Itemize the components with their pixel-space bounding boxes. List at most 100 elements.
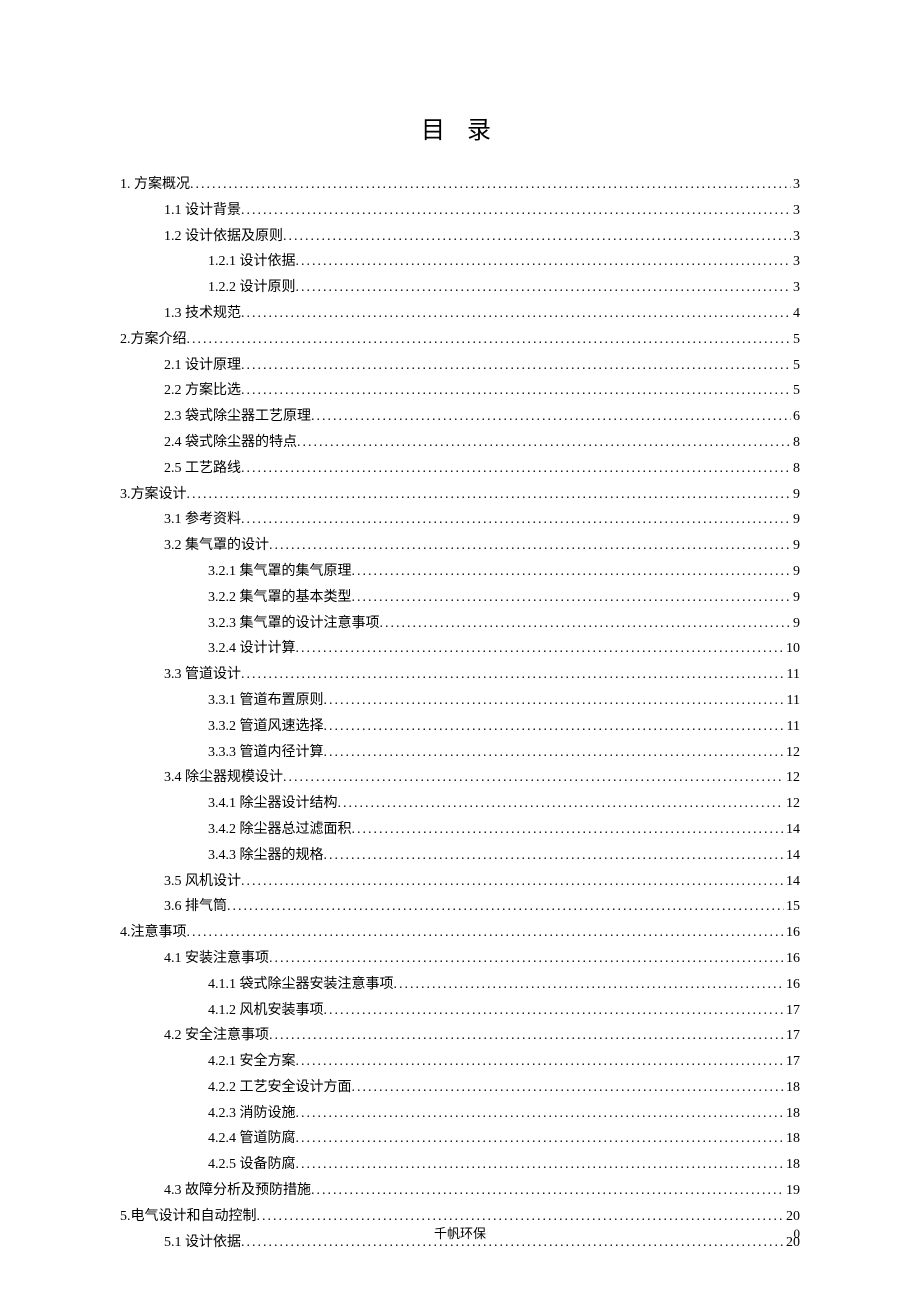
toc-leader-dots (283, 766, 784, 790)
toc-entry: 2.5 工艺路线 8 (120, 457, 800, 481)
toc-entry-label: 4.2.1 安全方案 (208, 1050, 296, 1074)
toc-entry-page: 3 (791, 199, 800, 223)
toc-entry: 2.方案介绍 5 (120, 328, 800, 352)
page-footer: 千帆环保 0 (0, 1223, 920, 1242)
toc-entry-label: 2.方案介绍 (120, 328, 187, 352)
toc-entry-page: 9 (791, 534, 800, 558)
toc-entry-label: 3.4.3 除尘器的规格 (208, 844, 324, 868)
toc-entry-label: 4.2.5 设备防腐 (208, 1153, 296, 1177)
toc-entry: 3.3 管道设计 11 (120, 663, 800, 687)
toc-entry-page: 9 (791, 483, 800, 507)
toc-entry-label: 3.2.1 集气罩的集气原理 (208, 560, 352, 584)
toc-leader-dots (190, 173, 791, 197)
toc-entry-page: 9 (791, 508, 800, 532)
toc-leader-dots (297, 431, 791, 455)
toc-entry-page: 8 (791, 457, 800, 481)
toc-entry: 4.注意事项 16 (120, 921, 800, 945)
toc-entry: 4.1.2 风机安装事项17 (120, 999, 800, 1023)
toc-leader-dots (311, 405, 791, 429)
toc-entry-page: 15 (784, 895, 800, 919)
toc-entry: 4.2 安全注意事项 17 (120, 1024, 800, 1048)
toc-entry-page: 16 (784, 973, 800, 997)
toc-leader-dots (187, 483, 792, 507)
toc-entry-page: 14 (784, 844, 800, 868)
toc-entry-page: 5 (791, 354, 800, 378)
toc-entry-label: 4.1.2 风机安装事项 (208, 999, 324, 1023)
toc-leader-dots (352, 586, 792, 610)
toc-entry-label: 3.6 排气筒 (164, 895, 227, 919)
toc-leader-dots (296, 1102, 785, 1126)
toc-entry: 1.1 设计背景3 (120, 199, 800, 223)
toc-entry-label: 4.注意事项 (120, 921, 187, 945)
toc-entry: 3.6 排气筒 15 (120, 895, 800, 919)
toc-entry-page: 3 (791, 173, 800, 197)
toc-entry: 3.4.3 除尘器的规格 14 (120, 844, 800, 868)
toc-entry-page: 11 (785, 663, 800, 687)
toc-leader-dots (241, 870, 784, 894)
toc-leader-dots (227, 895, 784, 919)
toc-leader-dots (296, 637, 785, 661)
toc-leader-dots (380, 612, 792, 636)
toc-entry-label: 4.2 安全注意事项 (164, 1024, 269, 1048)
toc-entry: 3.2.1 集气罩的集气原理 9 (120, 560, 800, 584)
toc-entry-label: 1. 方案概况 (120, 173, 190, 197)
toc-entry: 4.2.1 安全方案17 (120, 1050, 800, 1074)
toc-entry-page: 3 (791, 250, 800, 274)
toc-entry-label: 1.2.2 设计原则 (208, 276, 296, 300)
toc-leader-dots (241, 354, 791, 378)
toc-leader-dots (352, 1076, 785, 1100)
toc-entry-label: 3.4.1 除尘器设计结构 (208, 792, 338, 816)
toc-entry: 4.2.5 设备防腐18 (120, 1153, 800, 1177)
toc-leader-dots (241, 379, 791, 403)
toc-entry-page: 4 (791, 302, 800, 326)
toc-title: 目 录 (120, 110, 800, 145)
toc-leader-dots (241, 457, 791, 481)
toc-entry: 4.1 安装注意事项16 (120, 947, 800, 971)
toc-entry-page: 9 (791, 560, 800, 584)
toc-entry: 3.方案设计9 (120, 483, 800, 507)
toc-leader-dots (296, 1050, 785, 1074)
toc-entry-label: 3.2 集气罩的设计 (164, 534, 269, 558)
toc-entry-page: 18 (784, 1102, 800, 1126)
toc-leader-dots (241, 199, 791, 223)
toc-entry-label: 2.4 袋式除尘器的特点 (164, 431, 297, 455)
toc-entry: 3.2 集气罩的设计 9 (120, 534, 800, 558)
toc-entry: 3.2.2 集气罩的基本类型9 (120, 586, 800, 610)
toc-entry: 2.2 方案比选5 (120, 379, 800, 403)
toc-entry-page: 16 (784, 921, 800, 945)
toc-entry-label: 2.3 袋式除尘器工艺原理 (164, 405, 311, 429)
toc-entry: 3.5 风机设计14 (120, 870, 800, 894)
toc-entry: 3.1 参考资料 9 (120, 508, 800, 532)
toc-entry-page: 5 (791, 328, 800, 352)
toc-entry-label: 4.2.2 工艺安全设计方面 (208, 1076, 352, 1100)
toc-entry: 1.3 技术规范 4 (120, 302, 800, 326)
toc-leader-dots (241, 663, 785, 687)
toc-entry-page: 8 (791, 431, 800, 455)
toc-entry-label: 1.3 技术规范 (164, 302, 241, 326)
toc-entry-label: 3.1 参考资料 (164, 508, 241, 532)
toc-leader-dots (296, 1153, 785, 1177)
toc-entry-page: 3 (791, 276, 800, 300)
toc-entry: 3.2.3 集气罩的设计注意事项9 (120, 612, 800, 636)
toc-entry: 3.4.2 除尘器总过滤面积14 (120, 818, 800, 842)
toc-entry: 3.4.1 除尘器设计结构 12 (120, 792, 800, 816)
toc-entry: 4.2.4 管道防腐18 (120, 1127, 800, 1151)
toc-entry-label: 4.3 故障分析及预防措施 (164, 1179, 311, 1203)
toc-entry-page: 18 (784, 1076, 800, 1100)
toc-leader-dots (324, 844, 785, 868)
toc-entry-page: 11 (785, 715, 800, 739)
toc-entry: 2.4 袋式除尘器的特点 8 (120, 431, 800, 455)
toc-entry-page: 17 (784, 1024, 800, 1048)
toc-entry: 3.3.2 管道风速选择11 (120, 715, 800, 739)
toc-entry-page: 18 (784, 1127, 800, 1151)
footer-page-number: 0 (794, 1226, 801, 1242)
toc-entry-page: 12 (784, 792, 800, 816)
toc-entry-label: 3.2.3 集气罩的设计注意事项 (208, 612, 380, 636)
toc-leader-dots (338, 792, 785, 816)
footer-center-text: 千帆环保 (0, 1223, 920, 1242)
toc-entry: 4.2.3 消防设施18 (120, 1102, 800, 1126)
toc-entry-label: 2.5 工艺路线 (164, 457, 241, 481)
toc-entry-label: 3.3 管道设计 (164, 663, 241, 687)
toc-leader-dots (296, 1127, 785, 1151)
toc-leader-dots (324, 999, 785, 1023)
